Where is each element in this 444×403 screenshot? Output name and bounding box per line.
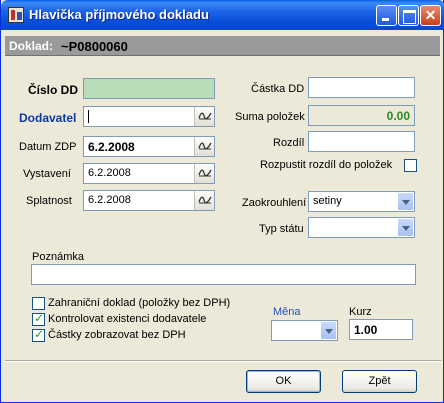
title-bar[interactable]: Hlavička příjmového dokladu ✕ [1, 0, 444, 30]
typ-statu-label: Typ státu [259, 223, 304, 235]
picker-icon [198, 112, 212, 120]
kontrolovat-checkbox[interactable] [32, 311, 45, 326]
mena-label: Měna [273, 306, 301, 318]
datum-zdp-picker-button[interactable] [194, 137, 214, 156]
zaokrouhleni-label: Zaokrouhlení [242, 197, 307, 209]
document-header: Doklad: ~P0800060 [5, 36, 440, 56]
datum-zdp-field[interactable]: 6.2.2008 [83, 136, 215, 157]
kurz-field[interactable]: 1.00 [349, 319, 413, 340]
poznamka-field[interactable] [31, 264, 416, 285]
cislo-dd-label: Číslo DD [28, 83, 79, 97]
rozdil-label: Rozdíl [273, 137, 305, 149]
splatnost-picker-button[interactable] [194, 191, 214, 210]
zahranicni-checkbox[interactable] [32, 297, 45, 310]
window-title: Hlavička příjmového dokladu [29, 7, 209, 22]
dodavatel-picker-button[interactable] [194, 107, 214, 126]
doc-number: ~P0800060 [61, 39, 128, 54]
app-icon [8, 7, 24, 23]
suma-polozek-label: Suma položek [235, 111, 305, 123]
minimize-button[interactable] [376, 5, 397, 26]
chevron-down-icon[interactable] [397, 218, 414, 237]
typ-statu-select[interactable] [308, 217, 415, 238]
castky-bez-dph-label: Částky zobrazovat bez DPH [48, 329, 186, 341]
dialog-window: Hlavička příjmového dokladu ✕ Doklad: ~P… [0, 0, 444, 403]
splatnost-label: Splatnost [26, 195, 72, 207]
vystaveni-field[interactable]: 6.2.2008 [83, 163, 215, 184]
rozpustit-label: Rozpustit rozdíl do položek [260, 159, 393, 171]
picker-icon [198, 169, 212, 177]
zaokrouhleni-select[interactable]: setiny [308, 191, 415, 212]
rozdil-field[interactable] [308, 131, 415, 152]
chevron-down-icon[interactable] [320, 321, 337, 340]
splatnost-field[interactable]: 6.2.2008 [83, 190, 215, 211]
chevron-down-icon[interactable] [397, 192, 414, 211]
rozpustit-checkbox[interactable] [404, 159, 417, 172]
castky-bez-dph-checkbox[interactable] [32, 327, 45, 342]
suma-polozek-field: 0.00 [308, 105, 415, 126]
castka-dd-label: Částka DD [251, 83, 305, 95]
vystaveni-label: Vystavení [23, 168, 71, 180]
picker-icon [198, 196, 212, 204]
text-caret [88, 110, 89, 123]
mena-select[interactable] [271, 320, 338, 341]
dodavatel-field[interactable] [83, 106, 215, 127]
castka-dd-field[interactable] [308, 77, 415, 98]
picker-icon [198, 142, 212, 150]
vystaveni-picker-button[interactable] [194, 164, 214, 183]
zahranicni-label: Zahraniční doklad (položky bez DPH) [48, 297, 231, 309]
dodavatel-label[interactable]: Dodavatel [19, 111, 76, 125]
close-icon: ✕ [424, 7, 437, 23]
close-button[interactable]: ✕ [420, 5, 441, 26]
doc-label: Doklad: [9, 39, 54, 53]
cislo-dd-field[interactable] [83, 78, 215, 99]
divider [5, 360, 441, 362]
maximize-button[interactable] [398, 5, 419, 26]
ok-button[interactable]: OK [246, 370, 321, 393]
datum-zdp-label: Datum ZDP [19, 141, 77, 153]
kontrolovat-label: Kontrolovat existenci dodavatele [48, 313, 207, 325]
kurz-label: Kurz [349, 306, 372, 318]
poznamka-label: Poznámka [32, 251, 84, 263]
zpet-button[interactable]: Zpět [342, 370, 417, 393]
